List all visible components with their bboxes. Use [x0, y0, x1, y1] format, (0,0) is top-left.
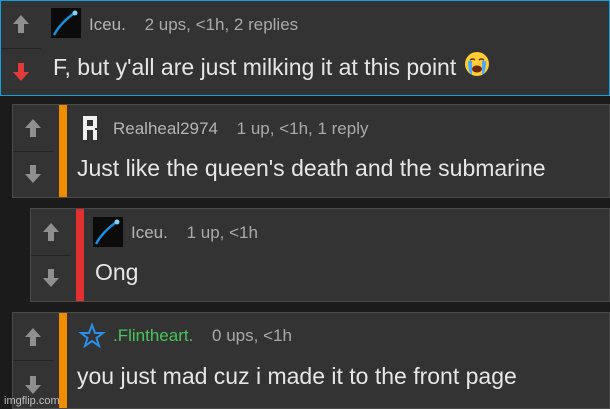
username[interactable]: .Flintheart.	[113, 326, 193, 345]
comment-3: Iceu. 1 up, <1h Ong	[30, 208, 610, 302]
vote-column	[13, 105, 53, 197]
comment-meta: Realheal2974 1 up, <1h, 1 reply	[113, 119, 369, 139]
comment-text-content: F, but y'all are just milking it at this…	[53, 53, 457, 80]
vote-column	[31, 209, 71, 301]
comment-text-content: Ong	[95, 259, 139, 285]
comment-1: Iceu. 2 ups, <1h, 2 replies F, but y'all…	[0, 0, 610, 96]
comment-text: Ong	[95, 259, 138, 286]
star-outline-icon	[78, 322, 106, 349]
comment-meta: Iceu. 2 ups, <1h, 2 replies	[89, 15, 298, 35]
comment-stats: 1 up, <1h	[186, 223, 258, 242]
downvote-button[interactable]	[1, 49, 41, 96]
arrow-down-icon	[25, 165, 41, 184]
downvote-button[interactable]	[31, 256, 71, 302]
vote-column	[13, 313, 53, 408]
arrow-down-icon	[13, 62, 29, 81]
upvote-button[interactable]	[13, 105, 53, 152]
thread-stripe	[59, 313, 67, 408]
comment-meta: .Flintheart. 0 ups, <1h	[113, 326, 292, 346]
comment-stats: 0 ups, <1h	[212, 326, 292, 345]
username[interactable]: Iceu.	[89, 15, 126, 34]
downvote-button[interactable]	[13, 152, 53, 198]
avatar[interactable]	[93, 217, 123, 247]
username[interactable]: Realheal2974	[113, 119, 218, 138]
arrow-up-icon	[25, 327, 41, 346]
comment-meta: Iceu. 1 up, <1h	[131, 223, 258, 243]
avatar[interactable]	[79, 113, 109, 143]
comment-text: you just mad cuz i made it to the front …	[77, 363, 517, 390]
pixel-letter-icon	[83, 116, 97, 140]
username[interactable]: Iceu.	[131, 223, 168, 242]
comment-text: Just like the queen's death and the subm…	[77, 155, 546, 182]
comment-stats: 2 ups, <1h, 2 replies	[144, 15, 299, 34]
arrow-down-icon	[43, 269, 59, 288]
comment-text-content: you just mad cuz i made it to the front …	[77, 363, 517, 389]
blue-streak-icon	[94, 219, 120, 245]
comment-2: Realheal2974 1 up, <1h, 1 reply Just lik…	[12, 104, 610, 198]
vote-column	[1, 1, 41, 95]
blue-streak-icon	[52, 10, 78, 36]
upvote-button[interactable]	[31, 209, 71, 256]
arrow-up-icon	[43, 222, 59, 241]
upvote-button[interactable]	[1, 1, 41, 49]
comment-text-content: Just like the queen's death and the subm…	[77, 155, 546, 181]
avatar[interactable]	[51, 8, 81, 38]
thread-stripe	[59, 105, 67, 197]
arrow-down-icon	[25, 375, 41, 394]
avatar[interactable]	[77, 321, 107, 351]
arrow-up-icon	[13, 15, 29, 34]
upvote-button[interactable]	[13, 313, 53, 361]
comment-stats: 1 up, <1h, 1 reply	[236, 119, 369, 138]
comment-4: .Flintheart. 0 ups, <1h you just mad cuz…	[12, 312, 610, 409]
comment-text: F, but y'all are just milking it at this…	[53, 51, 490, 83]
thread-stripe	[76, 209, 84, 301]
watermark: imgflip.com	[4, 395, 60, 407]
arrow-up-icon	[25, 118, 41, 137]
loudly-crying-face-icon	[464, 51, 490, 83]
